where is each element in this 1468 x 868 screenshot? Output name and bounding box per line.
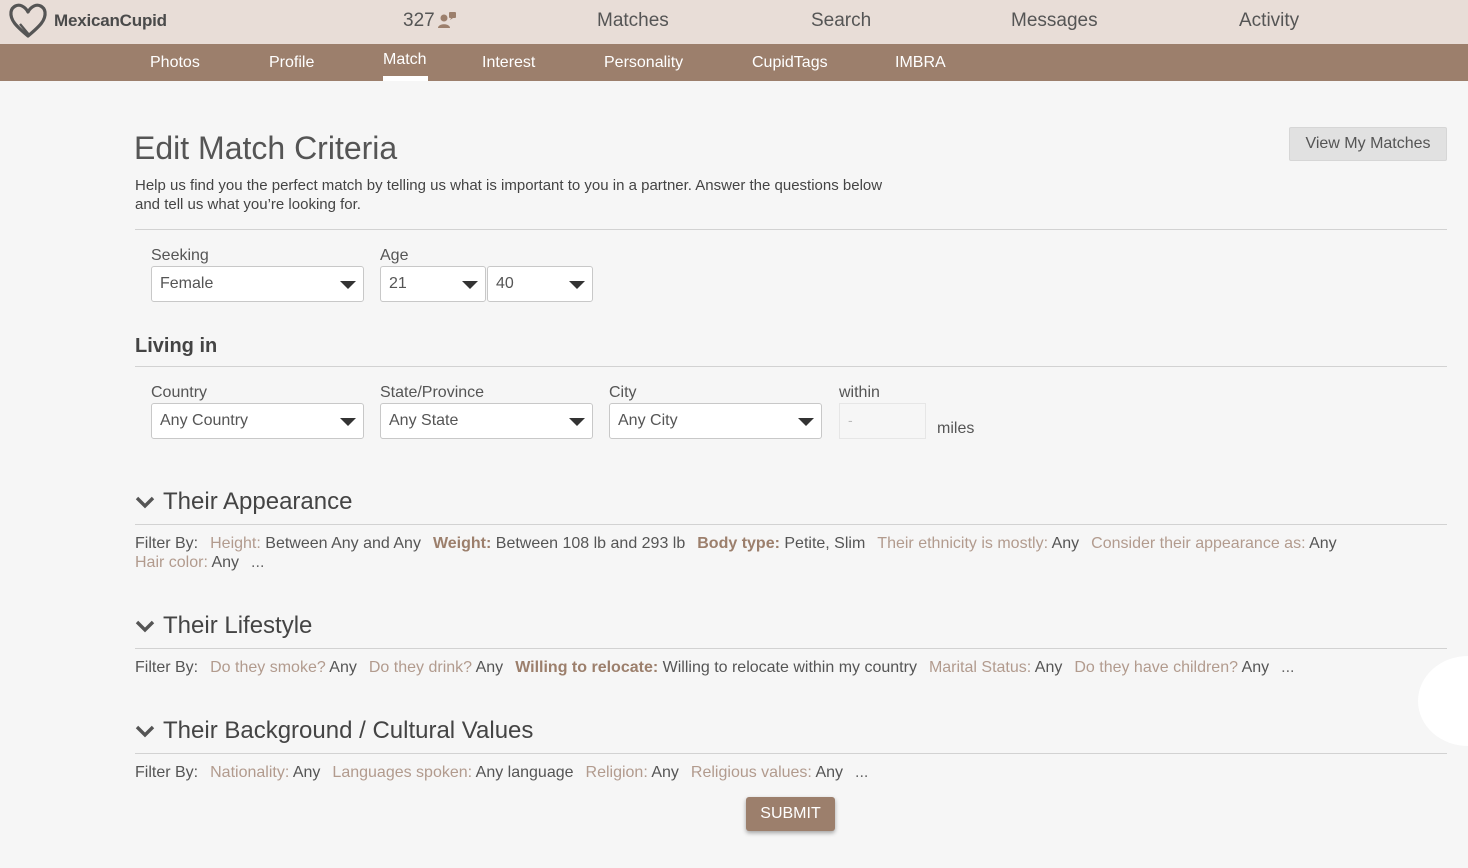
lifestyle-heading: Their Lifestyle — [163, 612, 313, 639]
age-min-value: 21 — [389, 275, 407, 292]
tab-cupidtags[interactable]: CupidTags — [752, 54, 828, 72]
filter-ethnicity[interactable]: Their ethnicity is mostly: Any — [877, 534, 1079, 553]
background-filters: Filter By: Nationality: Any Languages spok… — [135, 763, 1385, 782]
tab-interest[interactable]: Interest — [482, 54, 535, 72]
chevron-down-icon — [340, 281, 356, 289]
submit-button[interactable]: SUBMIT — [746, 797, 835, 831]
chevron-down-icon — [798, 418, 814, 426]
seeking-value: Female — [160, 275, 214, 292]
divider — [135, 648, 1447, 649]
within-label: within — [839, 384, 880, 401]
country-select[interactable]: Any Country — [151, 403, 364, 439]
profile-sub-navigation: Photos Profile Match Interest Personalit… — [0, 44, 1468, 81]
view-my-matches-button[interactable]: View My Matches — [1289, 127, 1447, 161]
chevron-down-icon — [462, 281, 478, 289]
filter-hair-color[interactable]: Hair color: Any — [135, 553, 239, 572]
edge-overlay — [1418, 656, 1468, 746]
filter-weight[interactable]: Weight: Between 108 lb and 293 lb — [433, 534, 685, 553]
filter-by-label: Filter By: — [135, 535, 199, 552]
chevron-down-icon — [135, 725, 155, 738]
city-value: Any City — [618, 412, 678, 429]
filter-languages[interactable]: Languages spoken: Any language — [332, 763, 573, 782]
brand-name: MexicanCupid — [54, 11, 167, 30]
tab-profile[interactable]: Profile — [269, 54, 314, 72]
city-label: City — [609, 384, 637, 401]
age-max-select[interactable]: 40 — [487, 266, 593, 302]
more-filters-link[interactable]: ... — [1281, 659, 1294, 676]
filter-by-label: Filter By: — [135, 764, 199, 781]
living-in-heading: Living in — [135, 335, 218, 357]
city-select[interactable]: Any City — [609, 403, 822, 439]
filter-appearance[interactable]: Consider their appearance as: Any — [1091, 534, 1337, 553]
seeking-label: Seeking — [151, 247, 209, 264]
chevron-down-icon — [135, 620, 155, 633]
filter-religious-values[interactable]: Religious values: Any — [691, 763, 843, 782]
country-value: Any Country — [160, 412, 249, 429]
filter-relocate[interactable]: Willing to relocate: Willing to relocate… — [515, 658, 917, 677]
nav-activity[interactable]: Activity — [1239, 10, 1299, 32]
seeking-select[interactable]: Female — [151, 266, 364, 302]
tab-personality[interactable]: Personality — [604, 54, 683, 72]
distance-input[interactable]: - — [839, 403, 926, 439]
lifestyle-section-toggle[interactable]: Their Lifestyle — [135, 612, 312, 640]
chevron-down-icon — [340, 418, 356, 426]
active-tab-indicator — [383, 76, 428, 81]
age-max-value: 40 — [496, 275, 514, 292]
filter-smoke[interactable]: Do they smoke? Any — [210, 658, 357, 677]
filter-by-label: Filter By: — [135, 659, 199, 676]
nav-messages[interactable]: Messages — [1011, 10, 1098, 32]
state-select[interactable]: Any State — [380, 403, 593, 439]
chevron-down-icon — [569, 281, 585, 289]
more-filters-link[interactable]: ... — [855, 764, 868, 781]
appearance-filters: Filter By: Height: Between Any and Any Wei… — [135, 534, 1385, 572]
users-icon — [437, 12, 456, 28]
background-heading: Their Background / Cultural Values — [163, 717, 534, 744]
filter-religion[interactable]: Religion: Any — [586, 763, 679, 782]
age-min-select[interactable]: 21 — [380, 266, 486, 302]
country-label: Country — [151, 384, 208, 401]
intro-text: Help us find you the perfect match by te… — [135, 177, 883, 213]
online-count-value: 327 — [403, 10, 435, 31]
heart-icon — [9, 3, 47, 38]
filter-body-type[interactable]: Body type: Petite, Slim — [697, 534, 865, 553]
tab-imbra[interactable]: IMBRA — [895, 54, 946, 72]
appearance-heading: Their Appearance — [163, 488, 353, 515]
nav-search[interactable]: Search — [811, 10, 871, 32]
background-section-toggle[interactable]: Their Background / Cultural Values — [135, 717, 533, 745]
filter-marital-status[interactable]: Marital Status: Any — [929, 658, 1062, 677]
state-label: State/Province — [380, 384, 485, 401]
divider — [135, 524, 1447, 525]
chevron-down-icon — [135, 496, 155, 509]
divider — [135, 229, 1447, 230]
appearance-section-toggle[interactable]: Their Appearance — [135, 488, 352, 516]
tab-match[interactable]: Match — [383, 51, 427, 69]
filter-nationality[interactable]: Nationality: Any — [210, 763, 320, 782]
online-count[interactable]: 327 — [403, 10, 457, 32]
miles-unit-label: miles — [937, 420, 975, 437]
filter-height[interactable]: Height: Between Any and Any — [210, 534, 421, 553]
divider — [135, 366, 1447, 367]
state-value: Any State — [389, 412, 459, 429]
filter-children[interactable]: Do they have children? Any — [1074, 658, 1269, 677]
nav-matches[interactable]: Matches — [597, 10, 669, 32]
tab-photos[interactable]: Photos — [150, 54, 200, 72]
more-filters-link[interactable]: ... — [251, 554, 264, 571]
chevron-down-icon — [569, 418, 585, 426]
logo[interactable]: MexicanCupid — [8, 2, 167, 40]
top-navigation-bar: MexicanCupid 327 Matches Search Messages… — [0, 0, 1468, 44]
divider — [135, 753, 1447, 754]
age-label: Age — [380, 247, 409, 264]
filter-drink[interactable]: Do they drink? Any — [369, 658, 503, 677]
page-title: Edit Match Criteria — [134, 130, 398, 166]
lifestyle-filters: Filter By: Do they smoke? Any Do they drin… — [135, 658, 1415, 677]
